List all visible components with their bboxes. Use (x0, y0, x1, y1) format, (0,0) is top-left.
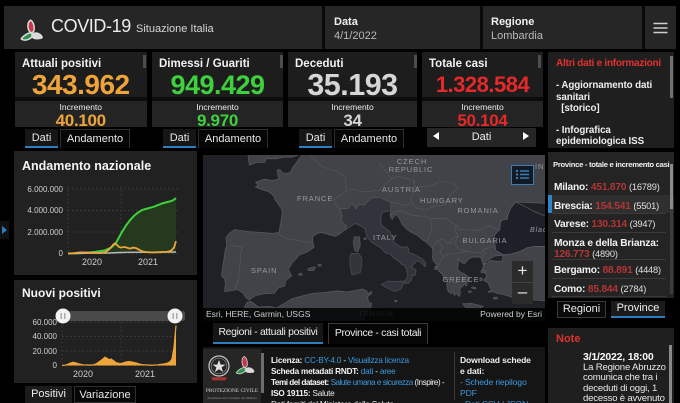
svg-text:BULGARIA: BULGARIA (462, 236, 507, 245)
svg-text:AUSTRIA: AUSTRIA (382, 185, 421, 194)
svg-text:SPAIN: SPAIN (251, 266, 277, 275)
svg-text:IN: IN (535, 162, 544, 171)
svg-text:Presidenza del Consiglio dei M: Presidenza del Consiglio dei Ministri (207, 396, 256, 400)
svg-text:GREECE: GREECE (442, 275, 479, 284)
svg-text:REPUBLIC: REPUBLIC (389, 165, 434, 174)
svg-text:HUNGARY: HUNGARY (420, 196, 464, 205)
svg-text:Blac: Blac (530, 227, 545, 234)
svg-text:ITALY: ITALY (373, 233, 397, 242)
svg-text:PROTEZIONE CIVILE: PROTEZIONE CIVILE (206, 388, 259, 394)
svg-text:FRANCE: FRANCE (297, 194, 333, 203)
svg-text:ROMANIA: ROMANIA (457, 206, 498, 215)
